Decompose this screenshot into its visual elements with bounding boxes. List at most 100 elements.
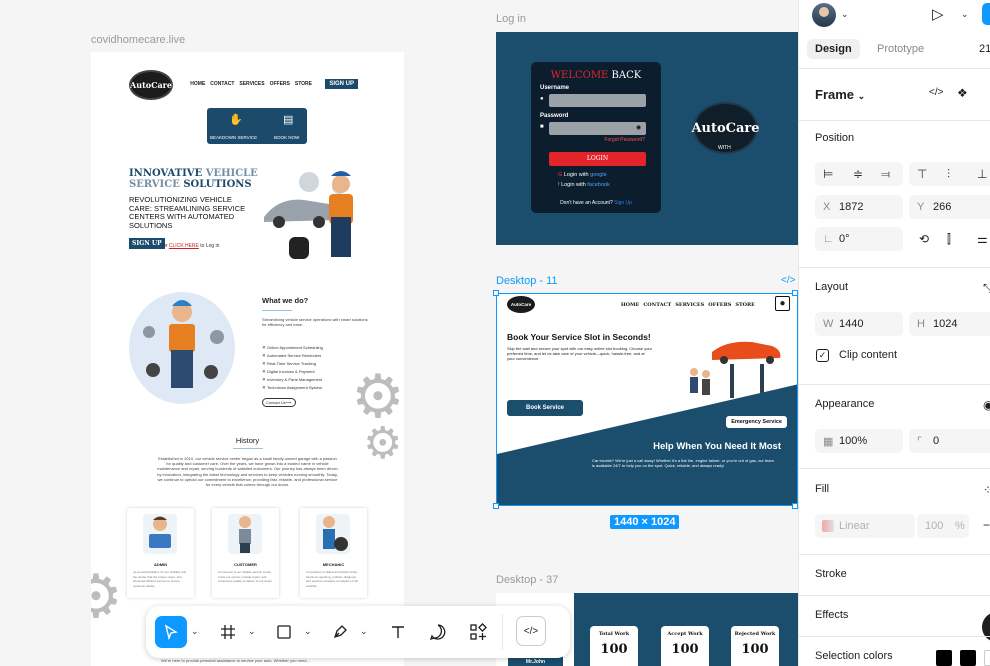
chevron-down-icon[interactable]: ⌄ [191,626,199,637]
frame-login[interactable]: WELCOME BACK Username ● Password ■ ◉ For… [496,32,798,245]
signup-link[interactable]: Sign Up [614,200,632,206]
forgot-password-link[interactable]: Forgot Password? [604,137,645,143]
hero-signup-button[interactable]: SIGN UP [129,238,165,249]
username-input[interactable] [549,94,646,107]
resize-handle[interactable] [493,290,499,296]
nav-services[interactable]: SERVICES [675,302,704,308]
emergency-service-button[interactable]: Emergency Service [726,416,787,428]
color-swatch[interactable] [984,650,990,666]
fill-styles-icon[interactable]: ⁘ [983,483,990,497]
password-input[interactable] [549,122,646,135]
align-middle-icon[interactable]: ⫶ [947,167,950,182]
canvas[interactable]: covidhomecare.live Log in Desktop - 11 D… [0,0,798,666]
frame-desktop-11[interactable]: AutoCare HOME CONTACT SERVICES OFFERS ST… [496,293,798,506]
present-play-icon[interactable]: ▷ [932,5,944,23]
remove-icon[interactable]: − [983,518,990,532]
corner-radius-value[interactable]: 0 [933,435,939,447]
chevron-down-icon[interactable]: ⌄ [248,626,256,637]
chevron-down-icon[interactable]: ⌄ [961,9,969,20]
rotate-icon[interactable]: ⟲ [919,232,929,246]
book-now-link[interactable]: BOOK NOW [274,135,299,140]
flip-vertical-icon[interactable]: ⚌ [977,232,988,246]
x-position-field[interactable]: X 1872 [815,195,903,219]
chevron-down-icon[interactable]: ⌄ [841,9,849,20]
avatar[interactable] [812,3,836,27]
eye-icon[interactable]: ◉ [983,398,990,412]
flip-horizontal-icon[interactable]: ⫿ [947,232,951,247]
x-value[interactable]: 1872 [839,201,863,213]
clip-content-checkbox[interactable]: ✓ [816,349,829,362]
tab-design[interactable]: Design [807,39,860,59]
align-top-icon[interactable]: ⊤ [917,167,927,181]
facebook-login-link[interactable]: facebook [587,182,609,188]
nav-store[interactable]: STORE [295,81,312,87]
corner-radius-field[interactable]: ⌜ 0 [909,429,990,453]
code-icon[interactable]: </> [929,87,943,98]
opacity-value[interactable]: 100% [839,435,867,447]
nav-offers[interactable]: OFFERS [270,81,290,87]
eye-icon[interactable]: ◉ [636,124,641,131]
frame-label-desktop-11[interactable]: Desktop - 11 [496,275,558,287]
help-title: Help When You Need It Most [653,441,781,452]
component-icon[interactable]: ❖ [957,86,968,100]
nav-services[interactable]: SERVICES [239,81,264,87]
login-button[interactable]: LOGIN [549,152,646,166]
color-swatch[interactable] [960,650,976,666]
tab-prototype[interactable]: Prototype [869,39,932,59]
google-login[interactable]: G Login with google [558,172,607,178]
align-center-icon[interactable]: ≑ [853,167,863,181]
frame-type-selector[interactable]: Frame ⌄ [815,87,865,102]
y-position-field[interactable]: Y 266 [909,195,990,219]
frame-label-covidhomecare[interactable]: covidhomecare.live [91,34,185,46]
user-avatar-icon[interactable]: ● [775,296,790,311]
y-value[interactable]: 266 [933,201,951,213]
nav-contact[interactable]: CONTACT [643,302,671,308]
actions-tool[interactable] [462,616,494,648]
frame-tool[interactable] [212,616,244,648]
pen-tool[interactable] [324,616,356,648]
nav-signup-button[interactable]: SIGN UP [325,79,358,89]
height-field[interactable]: H 1024 [909,312,990,336]
frame-label-login[interactable]: Log in [496,13,526,25]
layout-options-icon[interactable]: ⤡ [983,281,990,296]
breakdown-service-link[interactable]: BEAKDOWN SERVICE [210,135,257,140]
shape-tool[interactable] [268,616,300,648]
nav-offers[interactable]: OFFERS [708,302,731,308]
nav-store[interactable]: STORE [735,302,755,308]
facebook-login[interactable]: f Login with facebook [558,182,610,188]
contact-us-button[interactable]: Contact Us⟶ [262,398,296,407]
nav-home[interactable]: HOME [621,302,639,308]
align-left-icon[interactable]: ⊨ [823,167,833,181]
chevron-down-icon[interactable]: ⌄ [304,626,312,637]
opacity-field[interactable]: ▦ 100% [815,429,903,453]
fill-type-value[interactable]: Linear [839,520,870,532]
divider [799,554,990,555]
fill-swatch[interactable] [822,520,834,532]
zoom-level[interactable]: 21 [979,43,990,55]
align-bottom-icon[interactable]: ⊥ [977,167,987,181]
share-button[interactable] [982,3,990,25]
google-login-link[interactable]: google [590,172,607,178]
hero-login-link[interactable]: CLICK HERE [169,243,199,249]
nav-contact[interactable]: CONTACT [210,81,234,87]
help-button[interactable] [982,612,990,642]
nav-home[interactable]: HOME [190,81,205,87]
frame-label-desktop-37[interactable]: Desktop - 37 [496,574,558,586]
fill-opacity-field[interactable]: 100 % [917,514,969,538]
rotation-value[interactable]: 0° [839,233,850,245]
dev-mode-toggle[interactable]: </> [516,616,546,646]
rotation-field[interactable]: ∟ 0° [815,227,903,251]
fill-opacity-value[interactable]: 100 [925,520,943,532]
align-right-icon[interactable]: ⫤ [881,167,890,182]
height-value[interactable]: 1024 [933,318,957,330]
width-value[interactable]: 1440 [839,318,863,330]
chevron-down-icon[interactable]: ⌄ [360,626,368,637]
comment-tool[interactable] [422,616,454,648]
code-icon[interactable]: </> [781,275,795,286]
width-field[interactable]: W 1440 [815,312,903,336]
color-swatch[interactable] [936,650,952,666]
resize-handle[interactable] [493,503,499,509]
text-tool[interactable] [382,616,414,648]
move-tool[interactable] [155,616,187,648]
frame-covidhomecare[interactable]: AutoCare HOME CONTACT SERVICES OFFERS ST… [91,52,404,666]
